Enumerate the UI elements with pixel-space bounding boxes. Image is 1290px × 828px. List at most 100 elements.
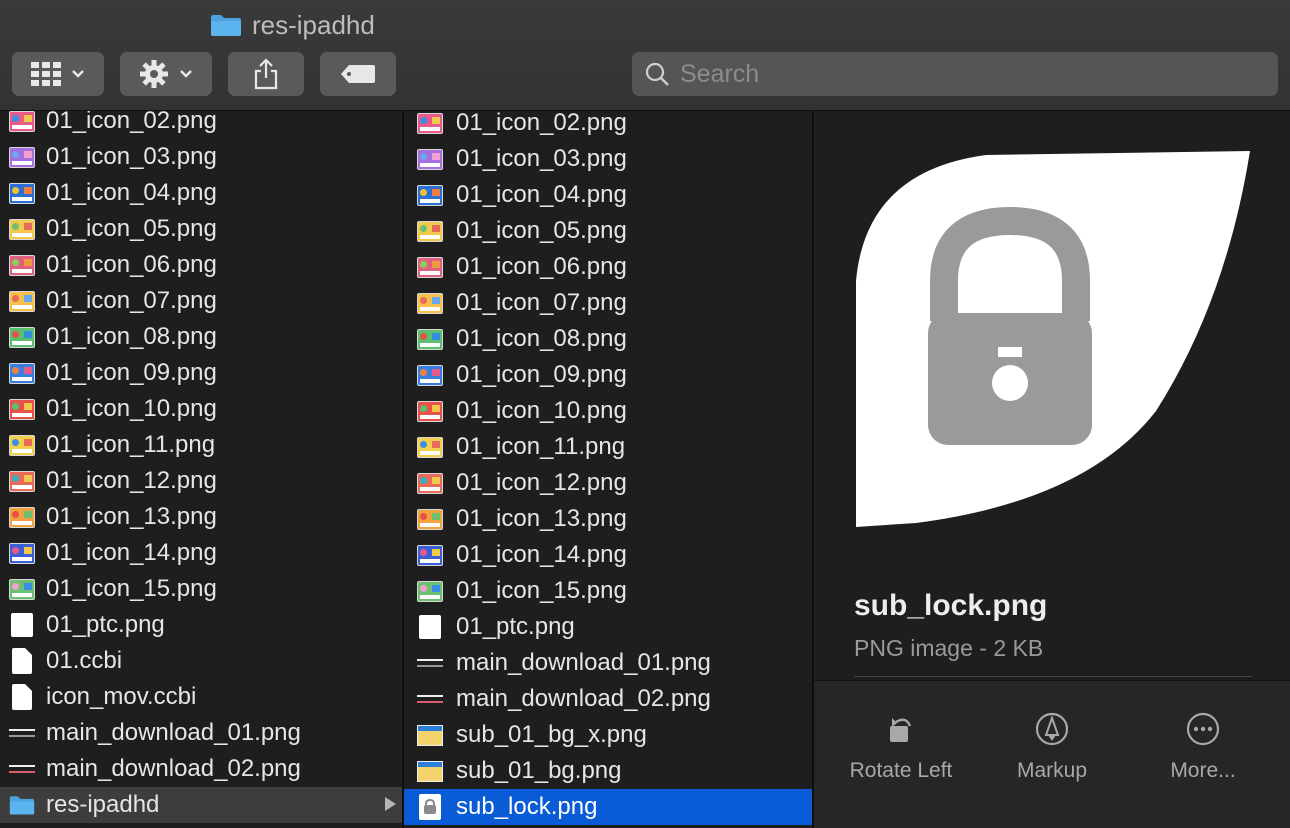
preview-file-name: sub_lock.png <box>854 589 1048 622</box>
file-row[interactable]: 01_icon_09.png <box>404 357 812 393</box>
blank-image-icon <box>417 615 443 639</box>
file-row[interactable]: 01_icon_02.png <box>404 111 812 141</box>
image-thumbnail-icon <box>417 328 443 350</box>
image-thumbnail-icon <box>417 436 443 458</box>
file-row[interactable]: 01_icon_11.png <box>404 429 812 465</box>
file-row[interactable]: 01_icon_12.png <box>0 463 402 499</box>
file-name: 01_icon_09.png <box>46 359 217 386</box>
file-row[interactable]: 01_icon_15.png <box>0 571 402 607</box>
file-row[interactable]: 01.ccbi <box>0 643 402 679</box>
image-thumbnail-icon <box>417 400 443 422</box>
image-thumbnail-icon <box>417 292 443 314</box>
rotate-left-button[interactable]: Rotate Left <box>826 709 976 783</box>
window-toolbar: res-ipadhd <box>0 0 1290 111</box>
file-name: 01_icon_05.png <box>46 215 217 242</box>
file-name: sub_01_bg.png <box>456 757 622 784</box>
image-thumbnail-icon <box>417 112 443 134</box>
file-row[interactable]: sub_lock.png <box>404 789 812 825</box>
edit-tags-button[interactable] <box>320 52 396 96</box>
file-name: 01_icon_06.png <box>46 251 217 278</box>
file-row[interactable]: sub_01_bg.png <box>404 753 812 789</box>
file-name: 01.ccbi <box>46 647 123 674</box>
more-button[interactable]: More... <box>1128 709 1278 783</box>
gear-icon <box>140 60 168 88</box>
file-row[interactable]: 01_icon_08.png <box>404 321 812 357</box>
image-thumbnail-icon <box>417 148 443 170</box>
file-row[interactable]: 01_icon_12.png <box>404 465 812 501</box>
file-row[interactable]: 01_icon_13.png <box>404 501 812 537</box>
search-icon <box>645 62 669 86</box>
markup-label: Markup <box>1016 759 1088 782</box>
file-row[interactable]: 01_icon_10.png <box>404 393 812 429</box>
image-thumbnail-icon <box>9 398 35 420</box>
lock-icon <box>417 794 443 820</box>
search-field[interactable] <box>632 52 1278 96</box>
blank-image-icon <box>9 613 35 637</box>
file-row[interactable]: main_download_01.png <box>0 715 402 751</box>
file-row[interactable]: 01_icon_07.png <box>404 285 812 321</box>
file-row[interactable]: 01_icon_05.png <box>404 213 812 249</box>
file-row[interactable]: 01_ptc.png <box>0 607 402 643</box>
file-row[interactable]: 01_icon_03.png <box>404 141 812 177</box>
file-row[interactable]: 01_icon_04.png <box>404 177 812 213</box>
file-row[interactable]: 01_ptc.png <box>404 609 812 645</box>
file-row[interactable]: 01_icon_08.png <box>0 319 402 355</box>
file-row[interactable]: 01_icon_06.png <box>0 247 402 283</box>
file-row[interactable]: 01_icon_14.png <box>404 537 812 573</box>
view-options-button[interactable] <box>12 52 104 96</box>
file-name: 01_icon_14.png <box>456 541 627 568</box>
image-thumbnail-icon <box>417 580 443 602</box>
file-row[interactable]: 01_icon_03.png <box>0 139 402 175</box>
file-name: 01_icon_04.png <box>456 181 627 208</box>
line-image-icon <box>417 688 443 710</box>
column-current[interactable]: 01_icon_02.png 01_icon_03.png 01_icon_04.p… <box>404 111 812 828</box>
rotate-left-icon <box>890 718 912 742</box>
file-row[interactable]: icon_mov.ccbi <box>0 679 402 715</box>
share-button[interactable] <box>228 52 304 96</box>
search-input[interactable] <box>678 58 1262 90</box>
preview-divider <box>854 676 1252 677</box>
action-menu-button[interactable] <box>120 52 212 96</box>
file-name: 01_icon_15.png <box>46 575 217 602</box>
file-row[interactable]: 01_icon_07.png <box>0 283 402 319</box>
file-name: 01_icon_10.png <box>456 397 627 424</box>
image-thumbnail-icon <box>9 326 35 348</box>
folder-row[interactable]: res-ipadhd <box>0 787 402 823</box>
share-icon <box>254 58 278 90</box>
column-parent[interactable]: 01_icon_02.png 01_icon_03.png 01_icon_04.p… <box>0 111 402 828</box>
image-thumbnail-icon <box>9 434 35 456</box>
file-row[interactable]: main_download_02.png <box>404 681 812 717</box>
image-thumbnail-icon <box>9 290 35 312</box>
image-thumbnail-icon <box>417 256 443 278</box>
image-thumbnail-icon <box>9 182 35 204</box>
file-row[interactable]: main_download_01.png <box>404 645 812 681</box>
file-row[interactable]: 01_icon_10.png <box>0 391 402 427</box>
file-row[interactable]: 01_icon_15.png <box>404 573 812 609</box>
image-thumbnail-icon <box>9 111 35 132</box>
file-name: main_download_01.png <box>456 649 711 676</box>
line-image-icon <box>417 652 443 674</box>
markup-button[interactable]: Markup <box>977 709 1127 783</box>
image-thumbnail-icon <box>9 542 35 564</box>
file-row[interactable]: 01_icon_11.png <box>0 427 402 463</box>
file-row[interactable]: 01_icon_13.png <box>0 499 402 535</box>
file-name: 01_icon_09.png <box>456 361 627 388</box>
file-row[interactable]: sub_01_bg_x.png <box>404 717 812 753</box>
file-row[interactable]: 01_icon_09.png <box>0 355 402 391</box>
file-name: 01_icon_13.png <box>456 505 627 532</box>
document-icon <box>9 684 35 710</box>
file-name: 01_icon_08.png <box>46 323 217 350</box>
file-row[interactable]: main_download_02.png <box>0 751 402 787</box>
file-row[interactable]: 01_icon_04.png <box>0 175 402 211</box>
file-row[interactable]: 01_icon_05.png <box>0 211 402 247</box>
file-row[interactable]: 01_icon_02.png <box>0 111 402 139</box>
markup-icon <box>1035 712 1069 746</box>
file-name: 01_icon_07.png <box>46 287 217 314</box>
file-row[interactable]: 01_icon_14.png <box>0 535 402 571</box>
file-name: 01_icon_10.png <box>46 395 217 422</box>
image-thumbnail-icon <box>9 470 35 492</box>
file-row[interactable]: 01_icon_06.png <box>404 249 812 285</box>
preview-file-info: PNG image - 2 KB <box>854 635 1044 661</box>
file-name: 01_ptc.png <box>456 613 575 640</box>
window-title: res-ipadhd <box>210 8 375 42</box>
